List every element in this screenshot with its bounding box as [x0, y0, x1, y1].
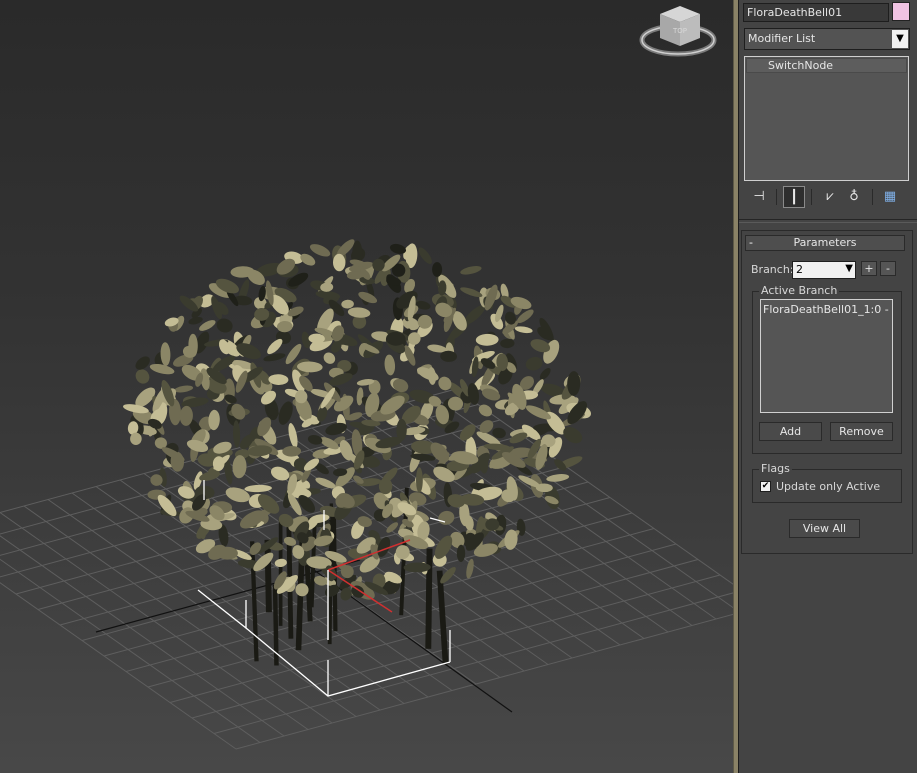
branch-value: 2	[796, 263, 803, 276]
stack-item-switchnode[interactable]: SwitchNode	[746, 58, 907, 73]
viewcube-label: TOP	[672, 27, 687, 35]
remove-button[interactable]: Remove	[830, 422, 893, 441]
remove-branch-button[interactable]: -	[880, 261, 896, 276]
configure-modifier-sets-icon[interactable]: ▦	[879, 186, 901, 208]
add-branch-button[interactable]: +	[861, 261, 877, 276]
chevron-down-icon: ▼	[845, 263, 853, 274]
add-button[interactable]: Add	[759, 422, 822, 441]
chevron-down-icon: ▼	[892, 30, 908, 48]
object-color-swatch[interactable]	[892, 2, 910, 21]
stack-item-label: SwitchNode	[768, 59, 834, 72]
modifier-list-label: Modifier List	[748, 32, 816, 45]
modifier-stack-list[interactable]: SwitchNode	[744, 56, 909, 181]
rollout-title: Parameters	[793, 236, 857, 249]
list-item[interactable]: FloraDeathBell01_1:0 - L1_	[763, 303, 892, 316]
parameters-rollout-header[interactable]: - Parameters	[745, 235, 905, 251]
update-only-active-label: Update only Active	[776, 480, 881, 493]
viewport-scene: TOP	[0, 6, 733, 750]
command-panel-modify: FloraDeathBell01 Modifier List ▼ SwitchN…	[739, 0, 917, 773]
pin-stack-icon[interactable]: ⊣	[748, 186, 770, 208]
branch-label: Branch:	[751, 263, 794, 276]
modifier-list-dropdown[interactable]: Modifier List ▼	[744, 28, 910, 50]
active-branch-caption: Active Branch	[759, 284, 840, 297]
branch-select[interactable]: 2 ▼	[792, 261, 856, 279]
remove-modifier-icon[interactable]: ♁	[843, 186, 865, 208]
object-name-field[interactable]: FloraDeathBell01	[743, 3, 889, 22]
update-only-active-checkbox[interactable]: ✔	[760, 481, 771, 492]
stack-toolbar: ⊣ ┃ ⩗ ♁ ▦	[744, 186, 910, 208]
show-end-result-icon[interactable]: ┃	[783, 186, 805, 208]
flags-caption: Flags	[759, 462, 792, 475]
perspective-viewport[interactable]: TOP	[0, 0, 733, 773]
view-all-button[interactable]: View All	[789, 519, 860, 538]
active-branch-list[interactable]: FloraDeathBell01_1:0 - L1_	[760, 299, 893, 413]
make-unique-icon[interactable]: ⩗	[819, 186, 841, 208]
